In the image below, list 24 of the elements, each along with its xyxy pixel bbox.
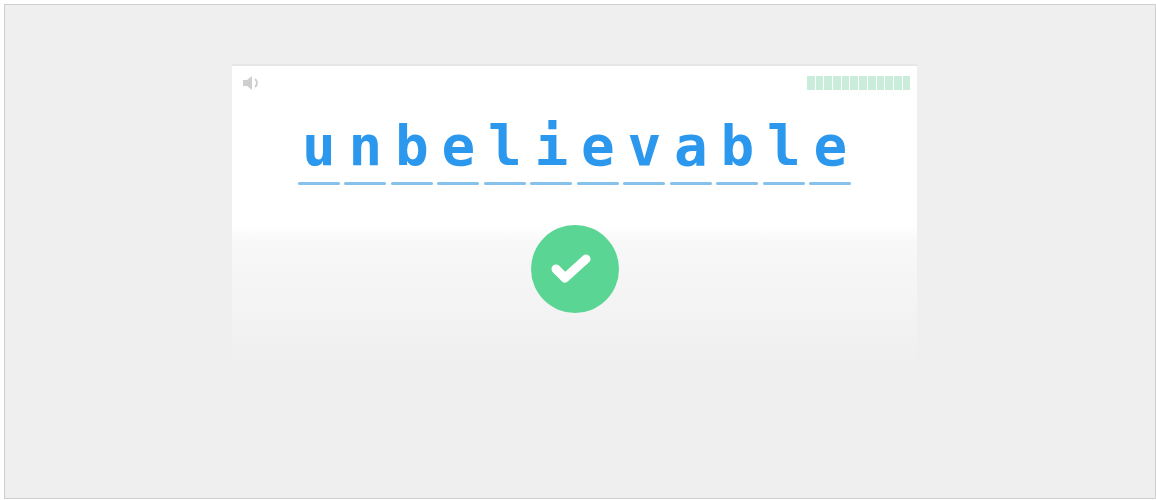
letter-underline — [437, 182, 480, 185]
letter: n — [348, 116, 383, 176]
letter: e — [441, 116, 476, 176]
letter: i — [534, 116, 569, 176]
letter-underline — [297, 182, 340, 185]
letter-underline — [530, 182, 573, 185]
letter-underline — [390, 182, 433, 185]
letter: u — [301, 116, 336, 176]
letter-underline — [623, 182, 666, 185]
letter: e — [813, 116, 848, 176]
letter-underline — [669, 182, 712, 185]
letter: l — [487, 116, 522, 176]
letter: a — [673, 116, 708, 176]
letter-underline — [716, 182, 759, 185]
letter-underline — [483, 182, 526, 185]
letter: l — [766, 116, 801, 176]
letter-underline — [809, 182, 852, 185]
letter-underline — [344, 182, 387, 185]
letter: v — [627, 116, 662, 176]
letter-underline — [762, 182, 805, 185]
letter-underline — [576, 182, 619, 185]
letter: b — [394, 116, 429, 176]
letter: e — [580, 116, 615, 176]
letter: b — [720, 116, 755, 176]
